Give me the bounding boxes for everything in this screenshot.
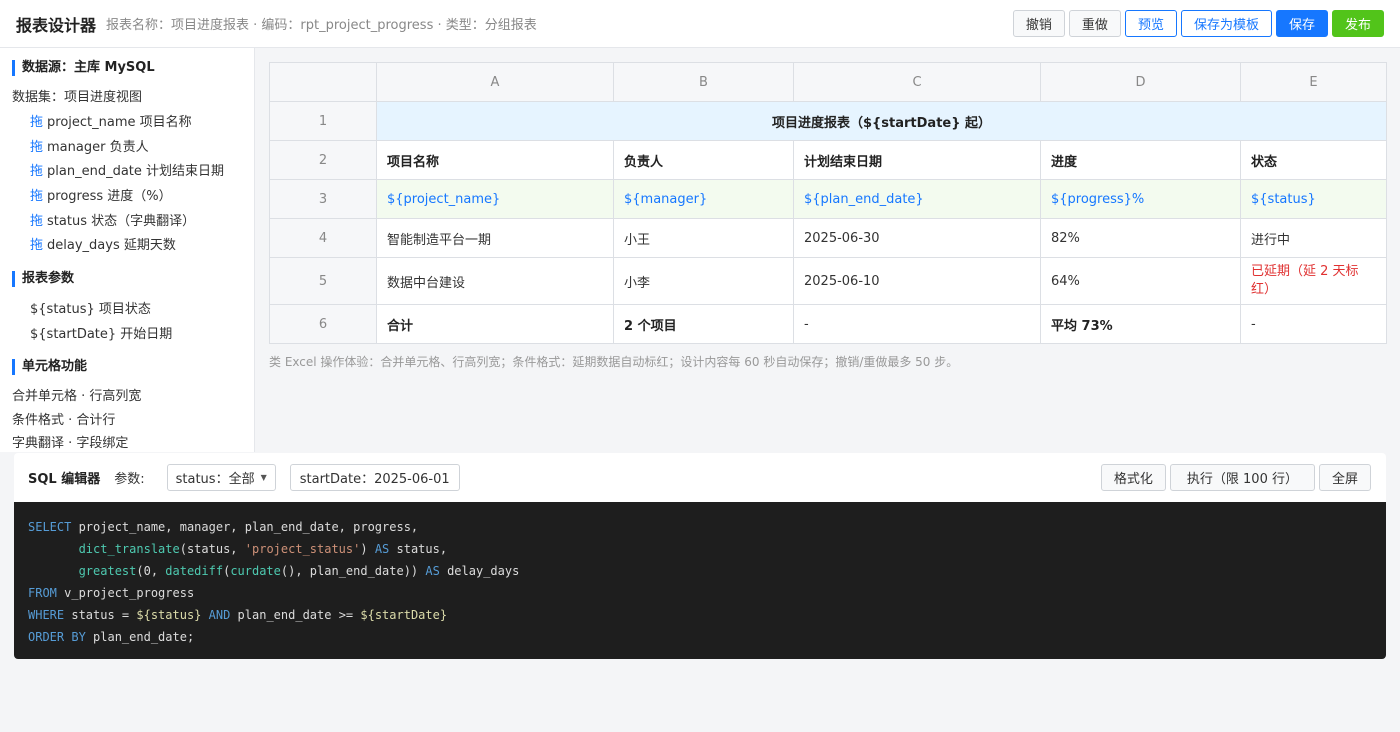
field-item-progress[interactable]: 拖 progress 进度（%）	[12, 185, 242, 210]
total-cell[interactable]: 平均 73%	[1040, 304, 1241, 344]
fullscreen-button[interactable]: 全屏	[1318, 464, 1371, 491]
caret-down-icon: ▼	[260, 473, 267, 482]
param-item-status[interactable]: ${status} 项目状态	[12, 297, 242, 322]
code-line: dict_translate(status, 'project_status')…	[78, 542, 448, 556]
field-label: manager 负责人	[47, 139, 149, 155]
report-sheet: A B C D E 1 项目进度报表（${startDate} 起） 2 项目名…	[269, 62, 1387, 344]
header-cell[interactable]: 负责人	[613, 140, 794, 180]
format-button[interactable]: 格式化	[1100, 464, 1166, 491]
field-label: project_name 项目名称	[47, 115, 192, 130]
field-item-status[interactable]: 拖 status 状态（字典翻译）	[12, 210, 242, 235]
feature-item: 合并单元格 · 行高列宽	[12, 389, 142, 405]
top-bar: 报表设计器 报表名称：项目进度报表 · 编码：rpt_project_progr…	[0, 0, 1400, 48]
sql-actions: 格式化 执行（限 100 行） 全屏	[1100, 464, 1371, 491]
data-cell[interactable]: 数据中台建设	[376, 257, 614, 305]
header-actions: 撤销 重做 预览 保存为模板 保存 发布	[1012, 10, 1384, 37]
header-cell[interactable]: 计划结束日期	[793, 140, 1041, 180]
total-cell[interactable]: 2 个项目	[613, 304, 794, 344]
data-cell[interactable]: 2025-06-30	[793, 218, 1041, 258]
field-item-plan-end-date[interactable]: 拖 plan_end_date 计划结束日期	[12, 160, 242, 185]
feature-item: 条件格式 · 合计行	[12, 412, 116, 428]
field-label: plan_end_date 计划结束日期	[47, 164, 225, 180]
field-item-project-name[interactable]: 拖 project_name 项目名称	[12, 111, 242, 136]
field-label: delay_days 延期天数	[47, 238, 176, 254]
sql-toolbar: SQL 编辑器 参数: status：全部 ▼ startDate：2025-0…	[14, 453, 1386, 502]
sql-code-editor[interactable]: SELECT project_name, manager, plan_end_d…	[14, 502, 1386, 659]
data-cell[interactable]: 小王	[613, 218, 794, 258]
dataset-label: 数据集：项目进度视图	[12, 90, 143, 105]
header-cell[interactable]: 状态	[1240, 140, 1387, 180]
data-cell[interactable]: 2025-06-10	[793, 257, 1041, 305]
drag-handle-icon[interactable]: 拖	[30, 140, 43, 155]
row-header-3[interactable]: 3	[269, 179, 377, 219]
data-cell[interactable]: 64%	[1040, 257, 1241, 305]
total-cell[interactable]: -	[793, 304, 1041, 344]
data-cell[interactable]: 进行中	[1240, 218, 1387, 258]
status-param-select[interactable]: status：全部 ▼	[166, 464, 276, 491]
execute-button[interactable]: 执行（限 100 行）	[1169, 464, 1315, 491]
header-cell[interactable]: 项目名称	[376, 140, 614, 180]
row-header-4[interactable]: 4	[269, 218, 377, 258]
code-line: FROM v_project_progress	[28, 586, 195, 600]
column-header-d[interactable]: D	[1040, 62, 1241, 102]
drag-handle-icon[interactable]: 拖	[30, 164, 43, 179]
app-title: 报表设计器	[16, 15, 97, 35]
params-title: 报表参数	[12, 271, 242, 288]
binding-cell[interactable]: ${status}	[1240, 179, 1387, 219]
row-header-1[interactable]: 1	[269, 101, 377, 141]
drag-handle-icon[interactable]: 拖	[30, 238, 43, 253]
feature-item: 字典翻译 · 字段绑定	[12, 436, 129, 452]
code-line: WHERE status = ${status} AND plan_end_da…	[28, 608, 448, 622]
total-cell[interactable]: -	[1240, 304, 1387, 344]
save-as-template-button[interactable]: 保存为模板	[1180, 10, 1272, 37]
params-label: 参数:	[114, 472, 145, 487]
code-line: ORDER BY plan_end_date;	[28, 630, 195, 644]
sql-editor-panel: SQL 编辑器 参数: status：全部 ▼ startDate：2025-0…	[14, 453, 1386, 659]
merged-title-cell[interactable]: 项目进度报表（${startDate} 起）	[376, 101, 1387, 141]
publish-button[interactable]: 发布	[1331, 10, 1384, 37]
column-header-b[interactable]: B	[613, 62, 794, 102]
drag-handle-icon[interactable]: 拖	[30, 189, 43, 204]
drag-handle-icon[interactable]: 拖	[30, 115, 43, 130]
data-cell[interactable]: 智能制造平台一期	[376, 218, 614, 258]
undo-button[interactable]: 撤销	[1012, 10, 1065, 37]
sql-editor-title: SQL 编辑器	[28, 472, 101, 487]
drag-handle-icon[interactable]: 拖	[30, 214, 43, 229]
row-header-6[interactable]: 6	[269, 304, 377, 344]
preview-button[interactable]: 预览	[1124, 10, 1177, 37]
param-item-start-date[interactable]: ${startDate} 开始日期	[12, 322, 242, 347]
report-meta: 报表名称：项目进度报表 · 编码：rpt_project_progress · …	[106, 18, 537, 33]
start-date-param-input[interactable]: startDate：2025-06-01	[289, 464, 460, 491]
sidebar: 数据源：主库 MySQL 数据集：项目进度视图 拖 project_name 项目…	[0, 48, 255, 452]
column-header-c[interactable]: C	[793, 62, 1041, 102]
binding-cell[interactable]: ${project_name}	[376, 179, 614, 219]
column-header-e[interactable]: E	[1240, 62, 1387, 102]
features-title: 单元格功能	[12, 359, 242, 376]
report-canvas: A B C D E 1 项目进度报表（${startDate} 起） 2 项目名…	[269, 62, 1387, 370]
delayed-status-cell[interactable]: 已延期（延 2 天标红）	[1240, 257, 1387, 305]
start-date-value: startDate：2025-06-01	[299, 472, 450, 487]
row-header-2[interactable]: 2	[269, 140, 377, 180]
field-label: status 状态（字典翻译）	[47, 213, 196, 229]
binding-cell[interactable]: ${plan_end_date}	[793, 179, 1041, 219]
datasource-title: 数据源：主库 MySQL	[12, 60, 242, 76]
data-cell[interactable]: 82%	[1040, 218, 1241, 258]
redo-button[interactable]: 重做	[1068, 10, 1121, 37]
binding-cell[interactable]: ${manager}	[613, 179, 794, 219]
header-cell[interactable]: 进度	[1040, 140, 1241, 180]
field-label: progress 进度（%）	[47, 189, 172, 205]
status-select-value: status：全部	[175, 472, 255, 487]
field-item-manager[interactable]: 拖 manager 负责人	[12, 136, 242, 161]
feature-hint: 类 Excel 操作体验：合并单元格、行高列宽；条件格式：延期数据自动标红；设计…	[269, 355, 959, 369]
code-line: greatest(0, datediff(curdate(), plan_end…	[78, 564, 520, 578]
row-header-5[interactable]: 5	[269, 257, 377, 305]
sheet-corner[interactable]	[269, 62, 377, 102]
total-cell[interactable]: 合计	[376, 304, 614, 344]
binding-cell[interactable]: ${progress}%	[1040, 179, 1241, 219]
code-line: SELECT project_name, manager, plan_end_d…	[28, 520, 419, 534]
column-header-a[interactable]: A	[376, 62, 614, 102]
data-cell[interactable]: 小李	[613, 257, 794, 305]
field-item-delay-days[interactable]: 拖 delay_days 延期天数	[12, 234, 242, 259]
save-button[interactable]: 保存	[1275, 10, 1328, 37]
